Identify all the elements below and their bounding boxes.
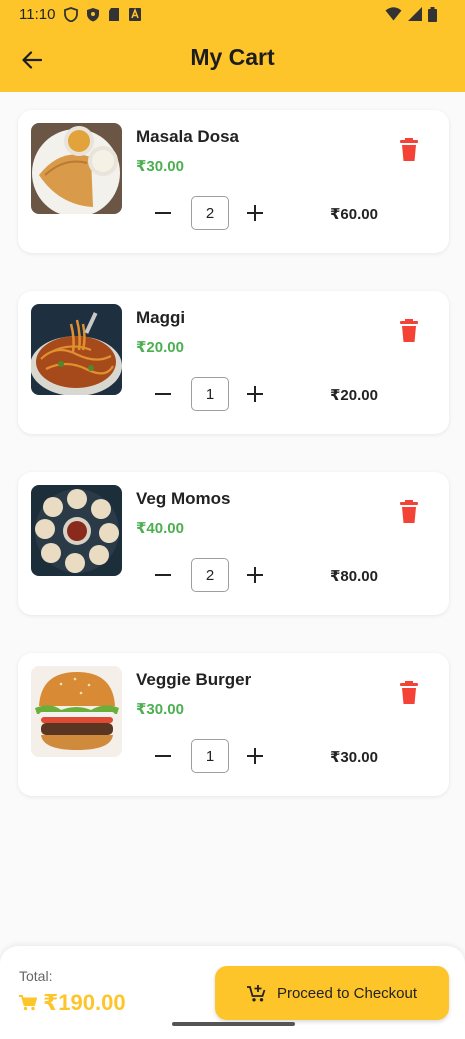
- app-notification-icon: [129, 7, 141, 21]
- plus-icon: [247, 386, 263, 402]
- page-title: My Cart: [190, 44, 275, 70]
- item-name: Veggie Burger: [136, 670, 252, 689]
- increase-quantity-button[interactable]: [245, 743, 265, 769]
- wifi-icon: [385, 7, 402, 21]
- proceed-to-checkout-button[interactable]: Proceed to Checkout: [215, 966, 449, 1020]
- add-shopping-cart-icon: [246, 984, 266, 1001]
- shopping-cart-icon: [19, 995, 37, 1011]
- minus-icon: [155, 755, 171, 757]
- status-bar: 11:10: [0, 0, 465, 30]
- item-line-total: ₹20.00: [330, 387, 378, 404]
- status-time: 11:10: [19, 6, 56, 23]
- item-line-total: ₹30.00: [330, 749, 378, 766]
- increase-quantity-button[interactable]: [245, 200, 265, 226]
- masala-dosa-image: [31, 123, 122, 214]
- quantity-field[interactable]: 2: [191, 196, 229, 230]
- cart-item: Veggie Burger ₹30.00 1 ₹30.00: [18, 653, 449, 796]
- battery-icon: [428, 7, 437, 22]
- increase-quantity-button[interactable]: [245, 562, 265, 588]
- item-price: ₹30.00: [136, 701, 184, 718]
- cart-item: Masala Dosa ₹30.00 2 ₹60.00: [18, 110, 449, 253]
- increase-quantity-button[interactable]: [245, 381, 265, 407]
- decrease-quantity-button[interactable]: [153, 562, 173, 588]
- item-name: Veg Momos: [136, 489, 231, 508]
- item-name: Masala Dosa: [136, 127, 239, 146]
- cart-item: Maggi ₹20.00 1 ₹20.00: [18, 291, 449, 434]
- decrease-quantity-button[interactable]: [153, 200, 173, 226]
- quantity-field[interactable]: 1: [191, 377, 229, 411]
- maggi-image: [31, 304, 122, 395]
- delete-icon[interactable]: [399, 500, 419, 524]
- delete-icon[interactable]: [399, 138, 419, 162]
- gesture-bar[interactable]: [172, 1022, 295, 1026]
- minus-icon: [155, 574, 171, 576]
- cart-item: Veg Momos ₹40.00 2 ₹80.00: [18, 472, 449, 615]
- checkout-button-label: Proceed to Checkout: [276, 984, 418, 1002]
- total-label: Total:: [19, 968, 53, 984]
- delete-icon[interactable]: [399, 681, 419, 705]
- minus-icon: [155, 212, 171, 214]
- quantity-field[interactable]: 2: [191, 558, 229, 592]
- veggie-burger-image: [31, 666, 122, 757]
- item-line-total: ₹60.00: [330, 206, 378, 223]
- veg-momos-image: [31, 485, 122, 576]
- item-price: ₹20.00: [136, 339, 184, 356]
- plus-icon: [247, 748, 263, 764]
- sim-card-icon: [109, 8, 119, 21]
- item-name: Maggi: [136, 308, 186, 327]
- minus-icon: [155, 393, 171, 395]
- decrease-quantity-button[interactable]: [153, 743, 173, 769]
- quantity-field[interactable]: 1: [191, 739, 229, 773]
- item-price: ₹40.00: [136, 520, 184, 537]
- plus-icon: [247, 567, 263, 583]
- item-line-total: ₹80.00: [330, 568, 378, 585]
- cart-list: Masala Dosa ₹30.00 2 ₹60.00 Maggi ₹20.00…: [18, 110, 449, 834]
- security-status-icon: [87, 8, 99, 22]
- shield-status-icon: [64, 7, 78, 22]
- app-header: 11:10 My Cart: [0, 0, 465, 92]
- signal-icon: [408, 7, 422, 21]
- total-amount: ₹190.00: [43, 990, 126, 1015]
- decrease-quantity-button[interactable]: [153, 381, 173, 407]
- item-price: ₹30.00: [136, 158, 184, 175]
- delete-icon[interactable]: [399, 319, 419, 343]
- plus-icon: [247, 205, 263, 221]
